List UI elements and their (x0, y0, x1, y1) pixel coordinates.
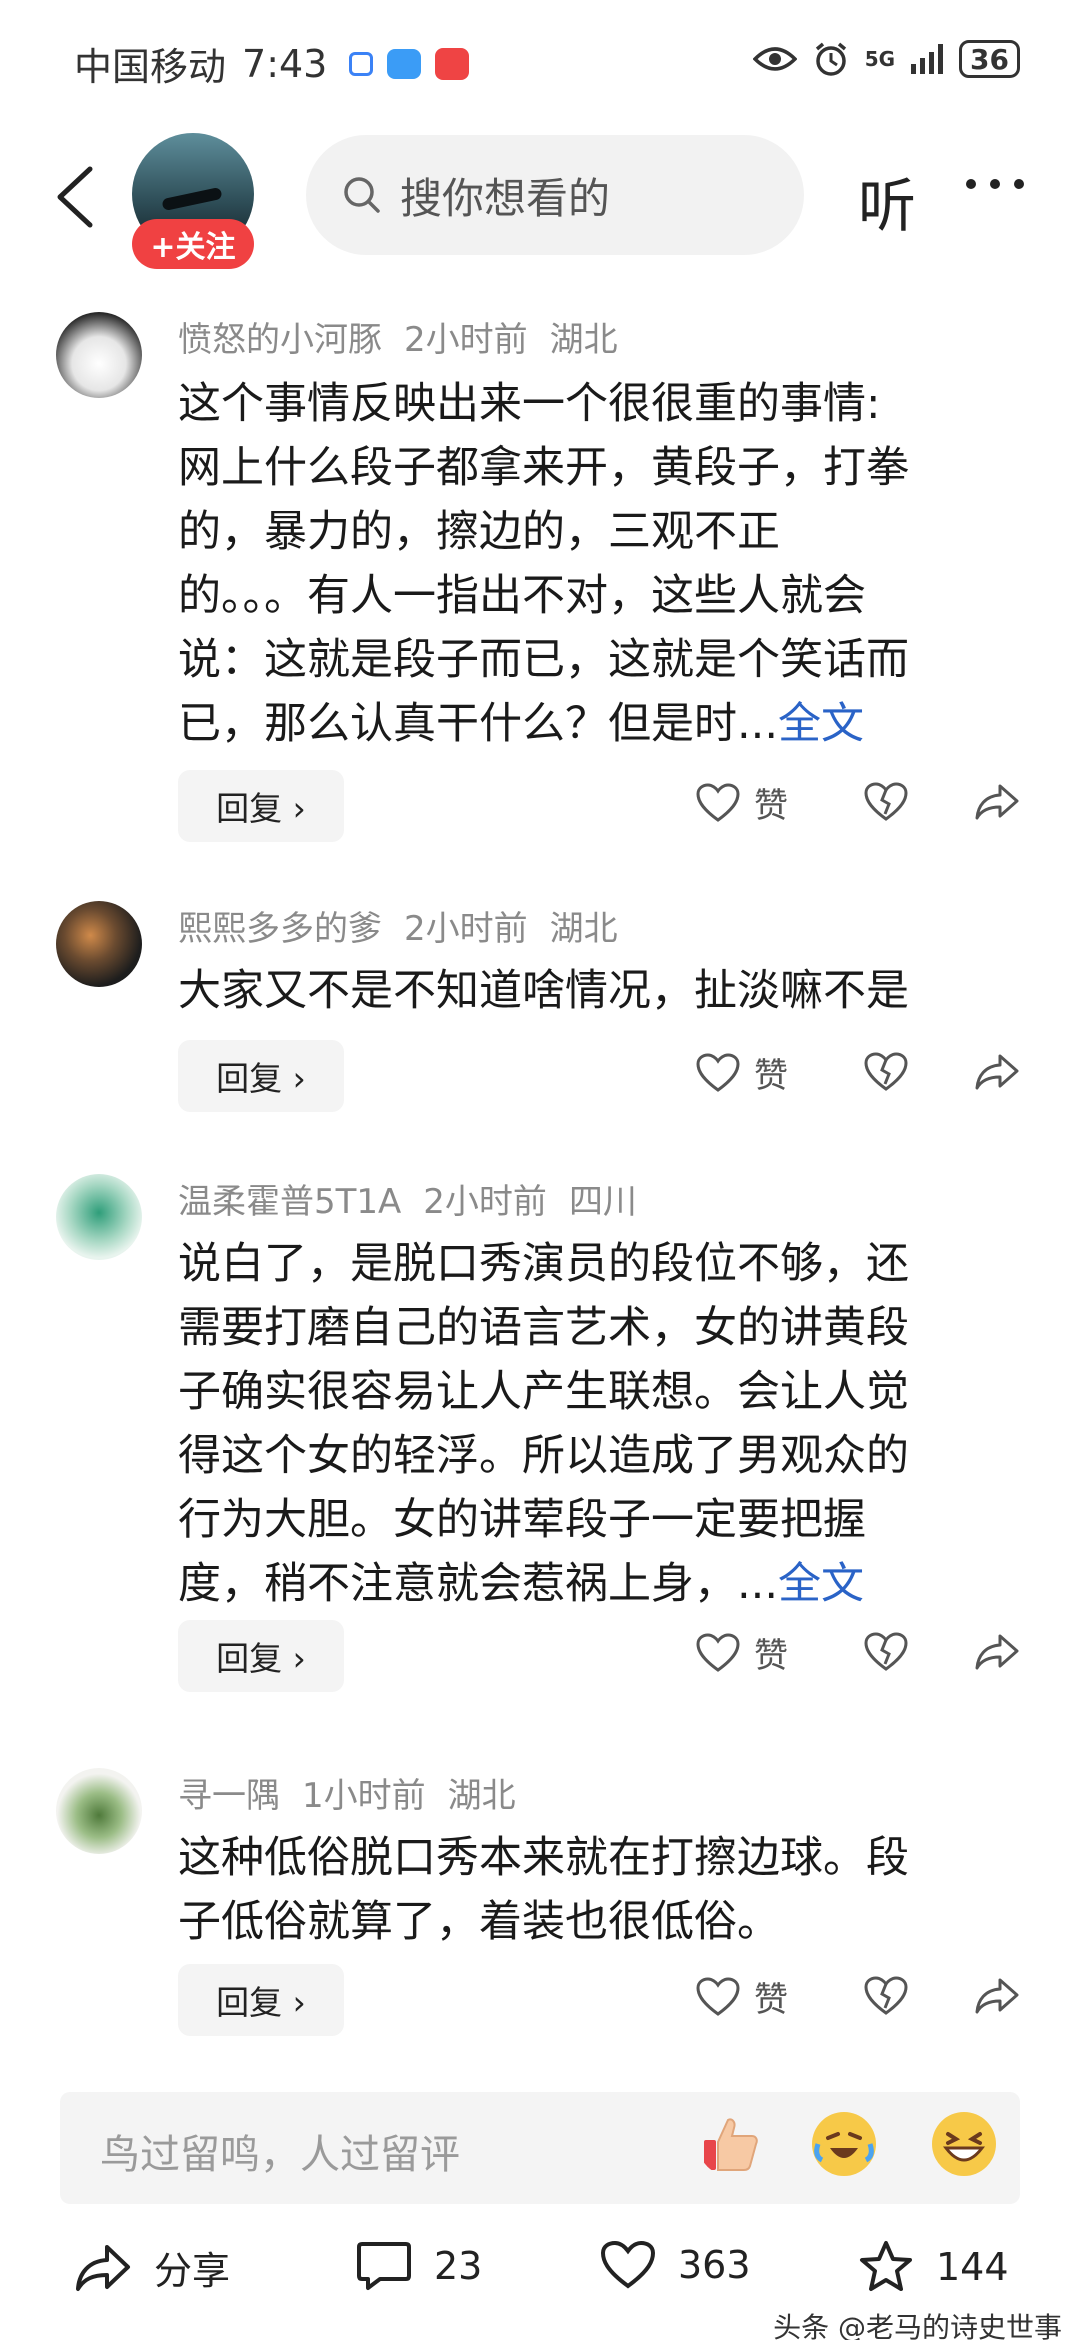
like-label: 赞 (754, 1056, 788, 1096)
status-bar: 中国移动 7:43 5G 36 (0, 0, 1080, 120)
comment-username[interactable]: 温柔霍普5T1A (178, 1182, 401, 1222)
comment-time: 2小时前 (423, 1182, 547, 1222)
more-dots-icon[interactable] (966, 179, 1024, 189)
search-placeholder: 搜你想看的 (400, 173, 611, 223)
like-label: 赞 (754, 786, 788, 826)
comment-time: 2小时前 (404, 909, 528, 949)
like-label: 赞 (754, 1980, 788, 2020)
heart-icon (600, 2240, 656, 2289)
comment-text: 说白了，是脱口秀演员的段位不够，还 需要打磨自己的语言艺术，女的讲黄段 子确实很… (178, 1239, 909, 1609)
like-count: 363 (678, 2243, 751, 2287)
app-notification-icon (435, 47, 470, 80)
battery-level: 36 (970, 42, 1009, 76)
comment-location: 四川 (568, 1182, 637, 1222)
reply-button[interactable]: 回复 › (178, 1964, 344, 2036)
battery-indicator: 36 (959, 40, 1020, 78)
search-bar[interactable]: 搜你想看的 (306, 135, 804, 255)
carrier-name: 中国移动 (74, 45, 227, 89)
network-type: 5G (864, 47, 896, 71)
broken-heart-icon[interactable] (864, 782, 908, 822)
comment-avatar[interactable] (56, 312, 142, 398)
eye-icon (752, 47, 797, 71)
favorite-count: 144 (936, 2245, 1009, 2289)
watermark: 头条 @老马的诗史世事 (773, 2311, 1062, 2340)
comment-time: 2小时前 (404, 320, 528, 360)
broken-heart-icon[interactable] (864, 1976, 908, 2016)
full-text-link[interactable]: 全文 (778, 699, 864, 749)
comment-time: 1小时前 (302, 1776, 426, 1816)
full-text-link[interactable]: 全文 (778, 1559, 864, 1609)
comment-input[interactable]: 鸟过留鸣，人过留评 (60, 2092, 1020, 2204)
comment-username[interactable]: 寻一隅 (178, 1776, 280, 1816)
share-button[interactable]: 分享 (74, 2240, 230, 2295)
comment-username[interactable]: 熙熙多多的爹 (178, 909, 382, 949)
grinning-emoji-icon[interactable] (932, 2112, 996, 2176)
like-button[interactable]: 赞 (696, 1048, 788, 1097)
share-arrow-icon[interactable] (974, 1632, 1020, 1672)
favorite-button[interactable]: 144 (858, 2240, 1009, 2294)
alarm-icon (815, 42, 846, 76)
heart-icon (696, 1052, 740, 1092)
broken-heart-icon[interactable] (864, 1052, 908, 1092)
signal-icon (911, 44, 944, 74)
status-time: 7:43 (242, 41, 328, 86)
comment-username[interactable]: 愤怒的小河豚 (178, 320, 382, 360)
follow-button[interactable]: +关注 (132, 219, 254, 269)
chevron-left-icon[interactable] (52, 165, 96, 229)
comment-location: 湖北 (549, 909, 618, 949)
thumbs-up-emoji-icon[interactable] (698, 2112, 762, 2176)
comment-avatar[interactable] (56, 1174, 142, 1260)
comment-location: 湖北 (549, 320, 618, 360)
comment-count-button[interactable]: 23 (356, 2240, 482, 2292)
comment-input-placeholder: 鸟过留鸣，人过留评 (100, 2132, 460, 2178)
comment-text: 这种低俗脱口秀本来就在打擦边球。段 子低俗就算了，着装也很低俗。 (178, 1833, 909, 1947)
comment-text: 这个事情反映出来一个很很重的事情: 网上什么段子都拿来开，黄段子，打拳 的，暴力… (178, 379, 909, 749)
share-arrow-icon[interactable] (974, 1052, 1020, 1092)
reply-button[interactable]: 回复 › (178, 1620, 344, 1692)
heart-icon (696, 782, 740, 822)
reply-button[interactable]: 回复 › (178, 770, 344, 842)
comment-bubble-icon (357, 2242, 411, 2290)
share-arrow-icon (76, 2244, 130, 2291)
like-button[interactable]: 赞 (696, 1972, 788, 2021)
comment-avatar[interactable] (56, 1768, 142, 1854)
laughing-crying-emoji-icon[interactable] (812, 2112, 876, 2176)
star-icon (860, 2241, 912, 2291)
share-arrow-icon[interactable] (974, 782, 1020, 822)
heart-icon (696, 1976, 740, 2016)
broken-heart-icon[interactable] (864, 1632, 908, 1672)
share-arrow-icon[interactable] (974, 1976, 1020, 2016)
like-count-button[interactable]: 363 (600, 2240, 751, 2290)
like-label: 赞 (754, 1636, 788, 1676)
heart-icon (696, 1632, 740, 1672)
listen-button[interactable]: 听 (858, 159, 916, 243)
message-notification-icon (387, 48, 422, 79)
comment-text: 大家又不是不知道啥情况，扯淡嘛不是 (178, 966, 909, 1016)
reply-button[interactable]: 回复 › (178, 1040, 344, 1112)
top-bar: +关注 搜你想看的 听 (0, 125, 1080, 269)
comment-location: 湖北 (447, 1776, 516, 1816)
calendar-notification-icon (349, 51, 374, 76)
share-label: 分享 (154, 2249, 231, 2293)
comment-avatar[interactable] (56, 901, 142, 987)
comment-count: 23 (434, 2244, 483, 2288)
like-button[interactable]: 赞 (696, 1628, 788, 1677)
search-icon (344, 177, 380, 213)
like-button[interactable]: 赞 (696, 778, 788, 827)
